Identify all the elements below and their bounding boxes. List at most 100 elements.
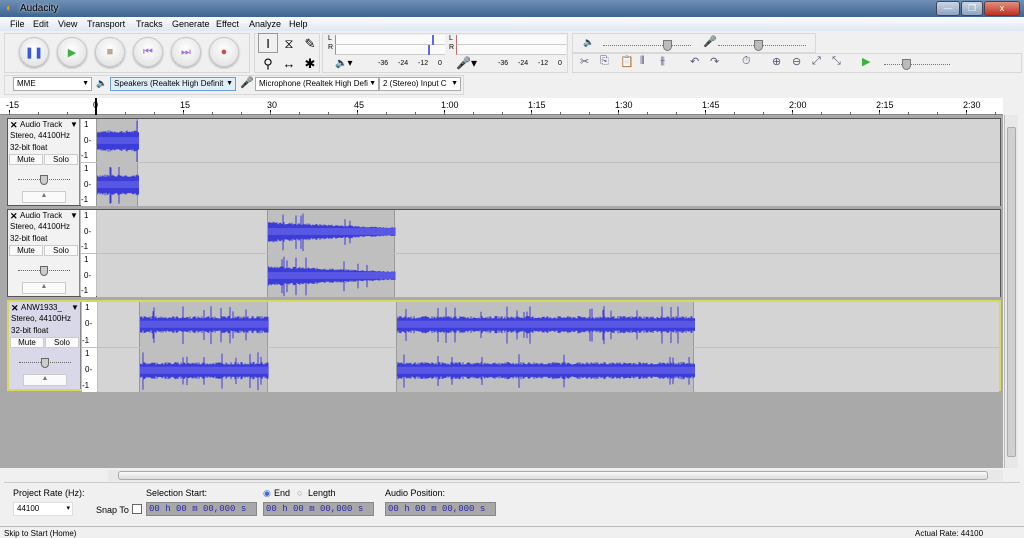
edit-tool-icon[interactable]: 📋 — [620, 55, 634, 68]
length-radio[interactable]: ○ — [297, 488, 302, 498]
playback-volume-slider[interactable] — [603, 40, 691, 51]
speaker-meter-icon[interactable]: 🔈▾ — [335, 58, 352, 69]
close-button[interactable]: x — [984, 1, 1020, 16]
timeshift-tool-button[interactable]: ↔ — [279, 53, 299, 73]
collapse-track-button[interactable]: ▲ — [23, 374, 67, 386]
audio-track[interactable]: ✕ ANW1933_ ▼ Stereo, 44100Hz 32-bit float Mut… — [7, 300, 1001, 392]
horizontal-scrollbar[interactable] — [108, 470, 1003, 481]
channel-waveform-area[interactable] — [96, 119, 1000, 163]
close-track-icon[interactable]: ✕ — [10, 120, 18, 131]
edit-tool-icon[interactable]: ↶ — [690, 55, 699, 68]
stop-button[interactable]: ■ — [95, 37, 125, 67]
mute-button[interactable]: Mute — [10, 337, 44, 348]
track-control-panel[interactable]: ✕ ANW1933_ ▼ Stereo, 44100Hz 32-bit float Mut… — [9, 302, 81, 389]
slider-thumb[interactable] — [40, 266, 48, 276]
menu-effect[interactable]: Effect — [216, 19, 239, 29]
mute-button[interactable]: Mute — [9, 154, 43, 165]
gain-slider[interactable] — [19, 358, 71, 368]
audio-position-field[interactable]: 00 h 00 m 00,000 s — [385, 502, 496, 516]
selection-start-field[interactable]: 00 h 00 m 00,000 s — [146, 502, 257, 516]
mute-button[interactable]: Mute — [9, 245, 43, 256]
edit-tool-icon[interactable]: ▶ — [862, 55, 870, 68]
menu-analyze[interactable]: Analyze — [249, 19, 281, 29]
track-control-panel[interactable]: ✕ Audio Track ▼ Stereo, 44100Hz 32-bit float… — [8, 119, 80, 205]
envelope-tool-button[interactable]: ⧖ — [279, 33, 299, 53]
audio-clip[interactable] — [139, 302, 270, 347]
menu-tracks[interactable]: Tracks — [136, 19, 163, 29]
vertical-scrollbar[interactable] — [1004, 115, 1018, 468]
menu-edit[interactable]: Edit — [33, 19, 49, 29]
solo-button[interactable]: Solo — [44, 245, 78, 256]
record-button[interactable]: ● — [209, 37, 239, 67]
slider-thumb[interactable] — [40, 175, 48, 185]
collapse-track-button[interactable]: ▲ — [22, 282, 66, 294]
track-name-menu[interactable]: ANW1933_ — [21, 303, 62, 312]
audio-track[interactable]: ✕ Audio Track ▼ Stereo, 44100Hz 32-bit float… — [7, 118, 1001, 206]
output-device-select[interactable]: Speakers (Realtek High Definit ▼ — [110, 77, 236, 91]
track-name-menu[interactable]: Audio Track — [20, 120, 62, 129]
edit-tool-icon[interactable]: ⊕ — [772, 55, 781, 68]
edit-tool-icon[interactable]: ⤢ — [812, 55, 821, 68]
minimize-button[interactable]: — — [936, 1, 960, 16]
selection-tool-button[interactable]: I — [258, 33, 278, 53]
track-menu-arrow-icon[interactable]: ▼ — [70, 211, 78, 220]
audio-clip[interactable] — [267, 254, 396, 297]
audio-clip[interactable] — [267, 210, 396, 253]
track-name-menu[interactable]: Audio Track — [20, 211, 62, 220]
solo-button[interactable]: Solo — [45, 337, 79, 348]
audio-clip[interactable] — [395, 302, 696, 347]
channel-waveform-area[interactable] — [97, 254, 1000, 297]
channel-waveform-area[interactable] — [97, 210, 1000, 253]
restore-button[interactable]: ❐ — [961, 1, 983, 16]
draw-tool-button[interactable]: ✎ — [300, 33, 320, 53]
input-channels-select[interactable]: 2 (Stereo) Input C ▼ — [379, 77, 461, 91]
slider-thumb[interactable] — [41, 358, 49, 368]
audio-track[interactable]: ✕ Audio Track ▼ Stereo, 44100Hz 32-bit float… — [7, 209, 1001, 297]
track-menu-arrow-icon[interactable]: ▼ — [71, 303, 79, 312]
track-menu-arrow-icon[interactable]: ▼ — [70, 120, 78, 129]
timeline-ruler[interactable]: -1501530451:001:151:301:452:002:152:30 — [0, 98, 1003, 115]
edit-tool-icon[interactable]: ✂ — [580, 55, 589, 68]
snap-to-checkbox[interactable] — [132, 504, 142, 514]
menu-view[interactable]: View — [58, 19, 77, 29]
channel-waveform-area[interactable] — [98, 347, 999, 392]
close-track-icon[interactable]: ✕ — [10, 211, 18, 222]
input-device-select[interactable]: Microphone (Realtek High Defi ▼ — [255, 77, 379, 91]
audio-clip[interactable] — [139, 347, 270, 392]
edit-tool-icon[interactable]: ⫴ — [640, 55, 645, 68]
recording-volume-slider[interactable] — [718, 40, 806, 51]
gain-slider[interactable] — [18, 266, 70, 276]
end-radio[interactable]: ◉ — [263, 488, 271, 499]
menu-file[interactable]: File — [10, 19, 25, 29]
channel-waveform-area[interactable] — [96, 163, 1000, 206]
multi-tool-button[interactable]: ✱ — [300, 53, 320, 73]
menu-help[interactable]: Help — [289, 19, 308, 29]
skip-end-button[interactable]: ⏭ — [171, 37, 201, 67]
audio-host-select[interactable]: MME ▼ — [13, 77, 92, 91]
project-rate-select[interactable]: 44100 ▾ — [13, 502, 73, 516]
edit-tool-icon[interactable]: ⤡ — [832, 55, 841, 68]
audio-clip[interactable] — [395, 347, 696, 392]
track-control-panel[interactable]: ✕ Audio Track ▼ Stereo, 44100Hz 32-bit float… — [8, 210, 80, 296]
edit-tool-icon[interactable]: ⊖ — [792, 55, 801, 68]
zoom-tool-button[interactable]: ⚲ — [258, 53, 278, 73]
solo-button[interactable]: Solo — [44, 154, 78, 165]
channel-waveform-area[interactable] — [98, 302, 999, 347]
edit-tool-icon[interactable]: ⏱ — [742, 55, 751, 68]
edit-tool-icon[interactable]: ⫵ — [660, 55, 665, 68]
selection-end-field[interactable]: 00 h 00 m 00,000 s — [263, 502, 374, 516]
skip-start-button[interactable]: ⏮ — [133, 37, 163, 67]
menu-transport[interactable]: Transport — [87, 19, 125, 29]
edit-tool-icon[interactable]: ⎘ — [600, 55, 609, 68]
collapse-track-button[interactable]: ▲ — [22, 191, 66, 203]
playhead[interactable] — [95, 98, 97, 115]
menu-generate[interactable]: Generate — [172, 19, 210, 29]
edit-tool-icon[interactable]: ↷ — [710, 55, 719, 68]
audio-clip[interactable] — [96, 163, 140, 206]
gain-slider[interactable] — [18, 175, 70, 185]
microphone-meter-icon[interactable]: 🎤▾ — [456, 56, 477, 70]
play-speed-slider[interactable] — [884, 59, 950, 70]
pause-button[interactable]: ❚❚ — [19, 37, 49, 67]
audio-clip[interactable] — [96, 119, 140, 163]
play-button[interactable]: ▶ — [57, 37, 87, 67]
